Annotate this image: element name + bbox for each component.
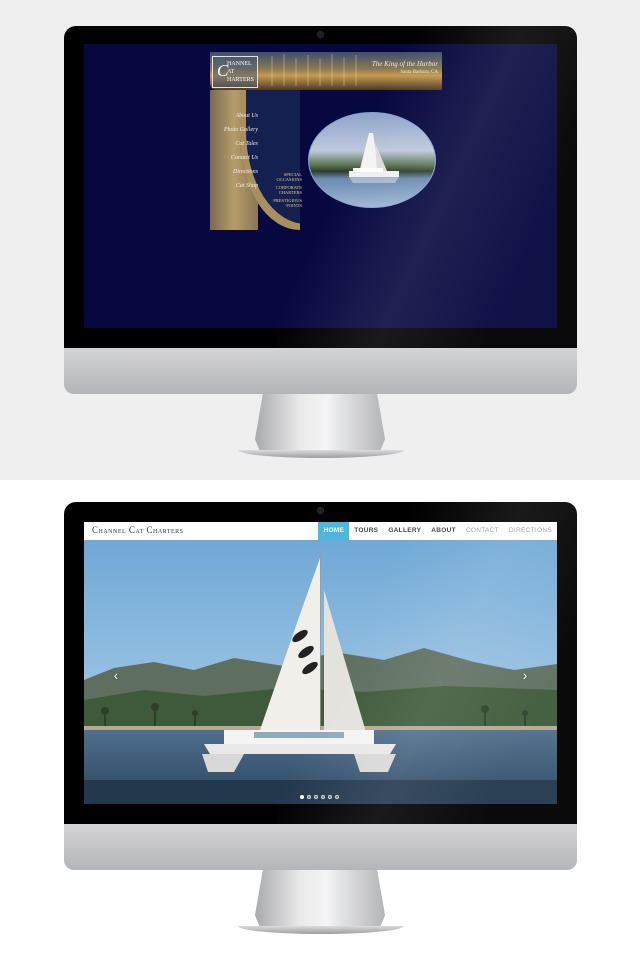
old-link-special-occasions[interactable]: Special Occasions bbox=[266, 172, 302, 182]
old-nav-contact[interactable]: Contact Us bbox=[214, 152, 258, 164]
old-tagline: The King of the Harbor bbox=[371, 60, 438, 68]
old-logo-word-3: HARTERS bbox=[227, 77, 254, 83]
old-logo-word-1: HANNEL bbox=[227, 61, 252, 67]
old-logo[interactable]: C HANNEL AT HARTERS bbox=[212, 56, 258, 88]
monitor-foot bbox=[238, 450, 404, 458]
slider-dot[interactable] bbox=[328, 795, 332, 799]
hero-slider: ‹ › bbox=[84, 540, 557, 804]
nav-contact[interactable]: CONTACT bbox=[461, 522, 504, 540]
old-header-banner: C HANNEL AT HARTERS The King of the Harb… bbox=[210, 52, 442, 90]
slider-next-arrow-icon[interactable]: › bbox=[519, 668, 531, 682]
old-nav-cat-tales[interactable]: Cat Tales bbox=[214, 138, 258, 150]
camera-icon bbox=[317, 31, 324, 38]
old-location: Santa Barbara, CA bbox=[400, 70, 438, 75]
site-brand[interactable]: Channel Cat Charters bbox=[92, 525, 183, 535]
old-nav-photo-gallery[interactable]: Photo Gallery bbox=[214, 124, 258, 136]
nav-about[interactable]: ABOUT bbox=[426, 522, 461, 540]
monitor-screen: Channel Cat Charters HOME TOURS GALLERY … bbox=[84, 522, 557, 804]
nav-home[interactable]: HOME bbox=[318, 522, 350, 540]
monitor-screen: C HANNEL AT HARTERS The King of the Harb… bbox=[84, 44, 557, 328]
old-nav-directions[interactable]: Directions bbox=[214, 166, 258, 178]
old-boat-photo bbox=[308, 112, 436, 208]
new-design-panel: Channel Cat Charters HOME TOURS GALLERY … bbox=[0, 480, 640, 960]
old-nav: About Us Photo Gallery Cat Tales Contact… bbox=[214, 110, 258, 194]
main-nav: HOME TOURS GALLERY ABOUT CONTACT DIRECTI… bbox=[318, 522, 557, 540]
old-logo-word-2: AT bbox=[227, 69, 235, 75]
old-feature-links: Special Occasions Corporate Charters Pre… bbox=[266, 172, 302, 211]
old-design-panel: C HANNEL AT HARTERS The King of the Harb… bbox=[0, 0, 640, 480]
monitor-foot bbox=[238, 926, 404, 934]
slider-dot[interactable] bbox=[300, 795, 304, 799]
old-link-corporate-charters[interactable]: Corporate Charters bbox=[266, 185, 302, 195]
slider-dot[interactable] bbox=[335, 795, 339, 799]
slider-dot[interactable] bbox=[321, 795, 325, 799]
old-nav-about[interactable]: About Us bbox=[214, 110, 259, 122]
camera-icon bbox=[317, 507, 324, 514]
monitor-chin bbox=[64, 348, 577, 394]
monitor-stand bbox=[255, 870, 385, 928]
hero-catamaran-image bbox=[84, 540, 557, 804]
slider-dots bbox=[300, 795, 339, 799]
monitor-stand bbox=[255, 394, 385, 452]
old-link-prestigious-points[interactable]: Prestigious Points bbox=[266, 198, 302, 208]
monitor-chin bbox=[64, 824, 577, 870]
slider-dot[interactable] bbox=[314, 795, 318, 799]
nav-gallery[interactable]: GALLERY bbox=[383, 522, 426, 540]
site-header: Channel Cat Charters HOME TOURS GALLERY … bbox=[84, 522, 557, 541]
monitor-bezel: Channel Cat Charters HOME TOURS GALLERY … bbox=[64, 502, 577, 824]
monitor-bezel: C HANNEL AT HARTERS The King of the Harb… bbox=[64, 26, 577, 348]
old-nav-cat-shop[interactable]: Cat Shop bbox=[214, 180, 258, 192]
slider-dot[interactable] bbox=[307, 795, 311, 799]
slider-prev-arrow-icon[interactable]: ‹ bbox=[110, 668, 122, 682]
nav-directions[interactable]: DIRECTIONS bbox=[504, 522, 557, 540]
nav-tours[interactable]: TOURS bbox=[349, 522, 383, 540]
sailboat-illustration bbox=[349, 133, 399, 183]
